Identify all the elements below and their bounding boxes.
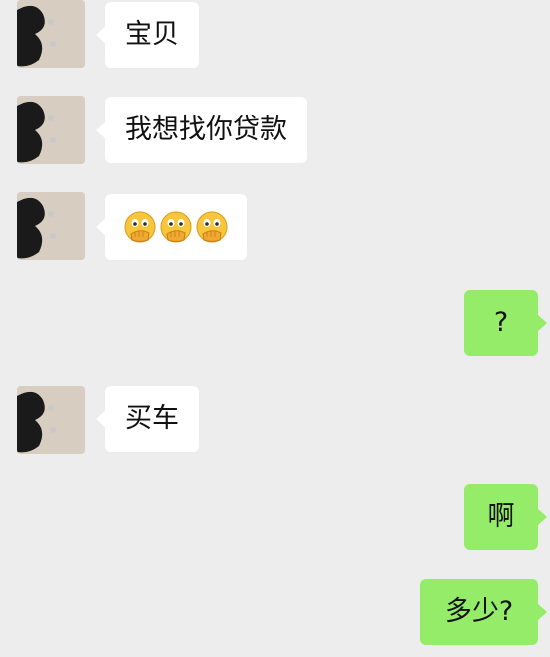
outgoing-message-bubble[interactable]: ? [464,290,547,356]
contact-avatar[interactable] [17,96,85,164]
chat-message-list[interactable]: 宝贝 我想找你贷款 ? 买车 啊 多少? [0,0,550,657]
message-text: ? [493,307,509,338]
incoming-emoji-bubble[interactable] [96,194,247,260]
incoming-message-bubble[interactable]: 买车 [96,386,199,452]
outgoing-message-bubble[interactable]: 多少? [420,579,547,645]
message-text: 买车 [125,403,179,434]
contact-avatar[interactable] [17,0,85,68]
message-text: 啊 [487,501,515,532]
message-text: 我想找你贷款 [125,114,287,145]
contact-avatar[interactable] [17,386,85,454]
face-hand-over-mouth-emoji [196,211,228,243]
outgoing-message-bubble[interactable]: 啊 [464,484,547,550]
message-text: 宝贝 [125,19,179,50]
face-hand-over-mouth-emoji [124,211,156,243]
message-text: 多少? [444,596,514,627]
contact-avatar[interactable] [17,192,85,260]
incoming-message-bubble[interactable]: 我想找你贷款 [96,97,307,163]
face-hand-over-mouth-emoji [160,211,192,243]
incoming-message-bubble[interactable]: 宝贝 [96,2,199,68]
